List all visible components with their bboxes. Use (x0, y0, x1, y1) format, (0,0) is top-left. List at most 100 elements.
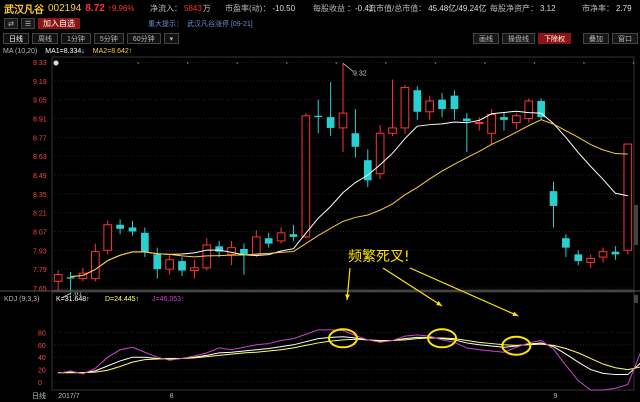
panel-marker-icon (53, 60, 59, 66)
stat-bvps: 每股净资产： 3.12 (490, 3, 556, 13)
candle-body (165, 259, 174, 270)
period-dropdown-icon[interactable]: ▾ (163, 33, 180, 44)
event-marker (533, 62, 536, 64)
candle-body (153, 254, 162, 270)
right-tabs: 画线 操盘线 下除权 叠加 窗口 (470, 33, 638, 44)
candle-body (326, 117, 335, 128)
event-marker (335, 62, 338, 64)
candle-body (66, 277, 75, 279)
price-tick-label: 7.93 (33, 248, 47, 255)
candle-body (512, 115, 521, 124)
candle-body (474, 122, 484, 125)
candle-body (91, 251, 100, 280)
price-tick-label: 8.21 (33, 211, 47, 218)
annotation-arrowhead (436, 301, 443, 306)
kdj-tick-label: 40 (38, 355, 46, 362)
stat-eps: 每股收益 ：-0.41 (313, 3, 374, 13)
event-marker (186, 62, 189, 64)
tab-trade-line[interactable]: 操盘线 (502, 33, 535, 44)
annotation-arrow (382, 267, 443, 307)
tab-weekly[interactable]: 周线 (32, 33, 58, 44)
tab-60min[interactable]: 60分钟 (126, 33, 161, 44)
price-tick-label: 7.79 (33, 267, 47, 274)
event-marker (285, 62, 288, 64)
candle-body (128, 227, 137, 232)
max-pointer (342, 63, 354, 72)
candle-body (611, 251, 620, 255)
candle-body (240, 248, 248, 255)
tab-daily[interactable]: 日线 (3, 33, 29, 44)
candle-body (413, 90, 422, 112)
candle-body (425, 100, 435, 113)
x-tick-label: 8 (170, 393, 174, 400)
candle-body (301, 115, 311, 238)
candle-body (251, 236, 261, 255)
stat-market-value: 流市值/总市值： 45.48亿/49.24亿 (368, 3, 487, 13)
event-marker (236, 62, 239, 64)
price-tick-label: 9.33 (33, 60, 47, 67)
kdj-tick-label: 80 (38, 330, 46, 337)
kdj-line-d (58, 337, 640, 374)
price-tick-label: 9.05 (33, 98, 47, 105)
tab-ex-rights[interactable]: 下除权 (538, 33, 571, 44)
candle-body (598, 251, 608, 258)
tab-overlay[interactable]: 叠加 (583, 33, 609, 44)
candle-body (103, 224, 113, 251)
candle-body (264, 238, 273, 244)
tab-5min[interactable]: 5分钟 (93, 33, 124, 44)
add-watchlist-button[interactable]: 加入自选 (38, 18, 80, 29)
candle-body (289, 234, 298, 237)
kdj-d-value: D=24.445↑ (105, 296, 139, 303)
candle-body (462, 118, 471, 122)
candle-body (537, 101, 545, 118)
candle-body (438, 99, 446, 110)
tab-draw[interactable]: 画线 (473, 33, 499, 44)
price-tick-label: 8.77 (33, 135, 47, 142)
candle-body (487, 113, 496, 134)
notice-label: 重大提示： (148, 20, 183, 28)
candle-body (190, 267, 199, 272)
price-tick-label: 8.63 (33, 154, 47, 161)
price-tick-label: 8.07 (33, 230, 47, 237)
stat-pb: 市净率： 2.79 (582, 3, 632, 13)
candle-body (400, 87, 410, 129)
stock-price: 8.72 (85, 2, 105, 14)
event-marker (484, 62, 486, 64)
candle-body (586, 257, 595, 263)
kdj-tick-label: 20 (38, 368, 46, 375)
candle-body (141, 232, 149, 252)
candle-body (623, 143, 633, 251)
price-tick-label: 8.91 (33, 117, 47, 124)
candle-body (338, 112, 348, 129)
swap-icon[interactable]: ⇄ (4, 18, 18, 29)
candle-body (276, 232, 286, 242)
toolbar: ⇄ ☰ 加入自选 (0, 16, 640, 31)
ma-legend-title[interactable]: MA (10,20) (3, 48, 37, 55)
stock-name[interactable]: 武汉凡谷 (4, 1, 44, 16)
tab-window[interactable]: 窗口 (612, 33, 638, 44)
candle-body (524, 100, 534, 119)
candle-body (562, 238, 570, 248)
notice-link[interactable]: 武汉凡谷涨停 [09-21] (187, 19, 253, 29)
kdj-legend-title: KDJ (9,3,3) (4, 296, 39, 303)
ma-legend: MA (10,20) MA1=8.334↓ MA2=8.642↑ (0, 45, 640, 57)
axis-period-label: 日线 (32, 391, 46, 400)
price-tick-label: 9.19 (33, 79, 47, 86)
tab-1min[interactable]: 1分钟 (61, 33, 91, 44)
stat-net-inflow: 净流入： 5843 万 (150, 3, 211, 13)
event-marker (385, 62, 387, 64)
event-marker (632, 62, 635, 64)
x-tick-label: 2017/7 (58, 393, 80, 400)
kdj-tick-label: 60 (38, 343, 46, 350)
candle-body (549, 191, 558, 206)
candle-body (450, 95, 459, 110)
event-marker (434, 62, 437, 64)
event-marker (583, 62, 585, 64)
candle-body (388, 127, 397, 134)
list-icon[interactable]: ☰ (21, 18, 35, 29)
event-marker (137, 62, 139, 64)
ma1-value: MA1=8.334↓ (45, 47, 85, 55)
stock-code: 002194 (48, 2, 82, 14)
notice-bar: 重大提示： 武汉凡谷涨停 [09-21] (148, 16, 253, 31)
candle-body (351, 133, 360, 147)
